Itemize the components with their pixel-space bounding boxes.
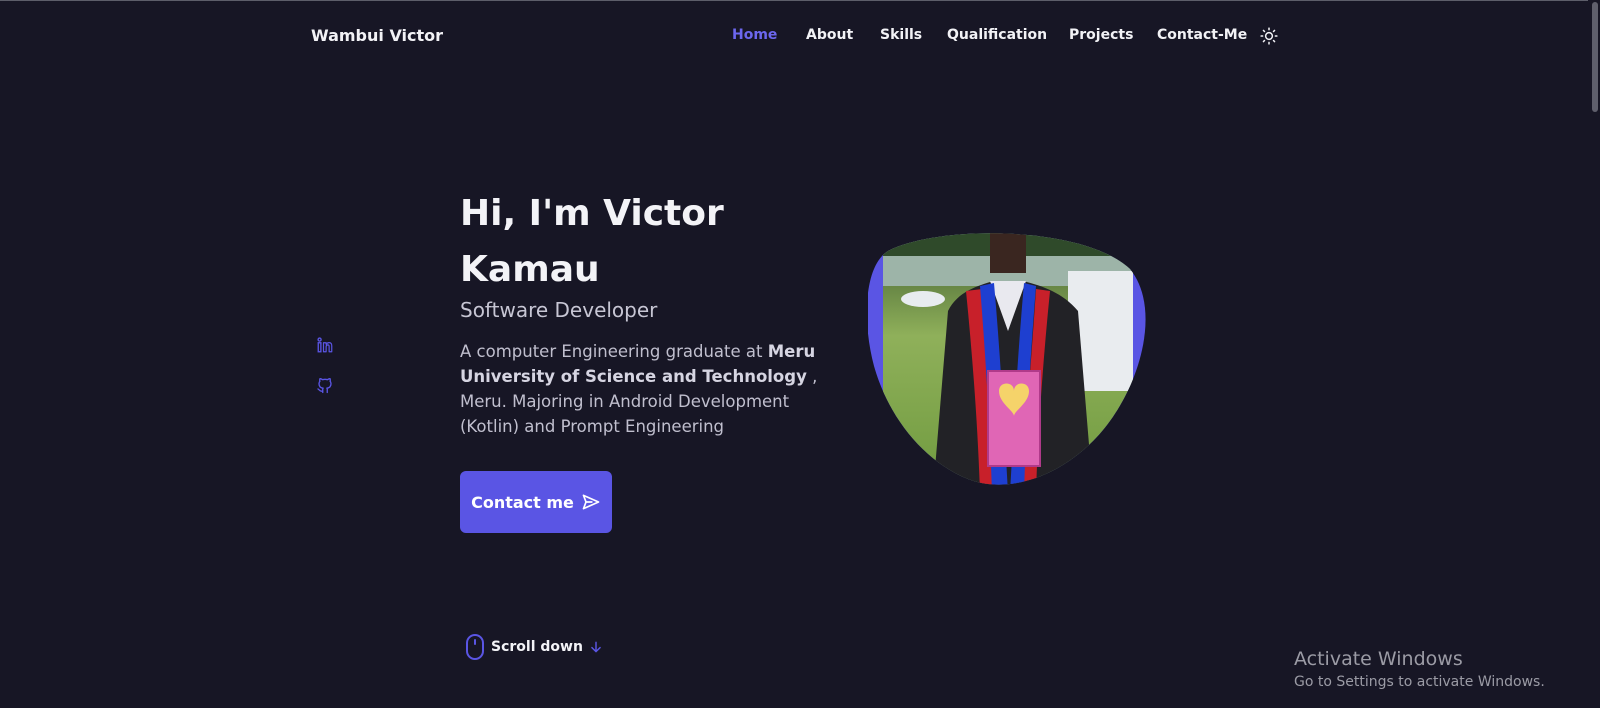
hero-subtitle: Software Developer: [460, 298, 658, 322]
scrollbar-thumb[interactable]: [1592, 2, 1598, 112]
profile-photo: [868, 233, 1146, 485]
nav-skills[interactable]: Skills: [880, 27, 922, 43]
scroll-down-label: Scroll down: [491, 639, 583, 655]
nav-home[interactable]: Home: [732, 27, 777, 43]
contact-me-label: Contact me: [471, 492, 574, 512]
nav-projects[interactable]: Projects: [1069, 27, 1133, 43]
activate-windows-subtitle: Go to Settings to activate Windows.: [1294, 674, 1545, 690]
scroll-down-link[interactable]: Scroll down: [465, 633, 603, 661]
description-text: A computer Engineering graduate at: [460, 342, 768, 361]
arrow-down-icon: [591, 641, 601, 653]
hero-title: Hi, I'm Victor Kamau: [460, 193, 724, 290]
activate-windows-title: Activate Windows: [1294, 648, 1463, 670]
contact-me-button[interactable]: Contact me: [460, 471, 612, 533]
hero-description: A computer Engineering graduate at Meru …: [460, 339, 820, 439]
github-icon[interactable]: [316, 376, 334, 394]
sun-icon[interactable]: [1260, 27, 1278, 45]
send-icon: [582, 494, 600, 510]
nav-about[interactable]: About: [806, 27, 853, 43]
linkedin-icon[interactable]: [316, 336, 334, 354]
window-top-border: [0, 0, 1600, 1]
nav-qualification[interactable]: Qualification: [947, 27, 1047, 43]
site-logo[interactable]: Wambui Victor: [311, 26, 443, 45]
mouse-icon: [466, 634, 484, 660]
nav-contact-me[interactable]: Contact-Me: [1157, 27, 1247, 43]
